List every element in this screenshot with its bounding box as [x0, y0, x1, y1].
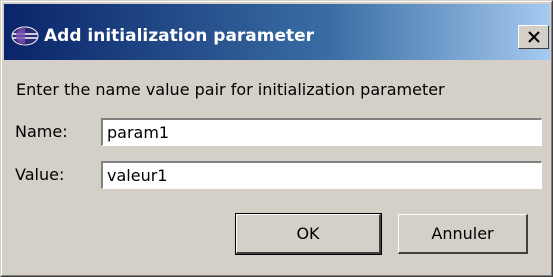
dialog-title: Add initialization parameter — [44, 26, 315, 46]
value-field[interactable] — [101, 161, 542, 189]
dialog-window: Add initialization parameter Enter the n… — [0, 0, 553, 277]
ok-button[interactable]: OK — [235, 213, 382, 255]
close-icon — [527, 31, 541, 43]
title-bar[interactable]: Add initialization parameter — [4, 4, 550, 60]
close-button[interactable] — [518, 25, 549, 49]
eclipse-app-icon — [10, 25, 40, 47]
name-label: Name: — [15, 122, 68, 141]
value-label: Value: — [15, 165, 65, 184]
dialog-prompt: Enter the name value pair for initializa… — [16, 80, 445, 99]
name-field[interactable] — [101, 118, 542, 146]
cancel-button[interactable]: Annuler — [398, 214, 528, 254]
